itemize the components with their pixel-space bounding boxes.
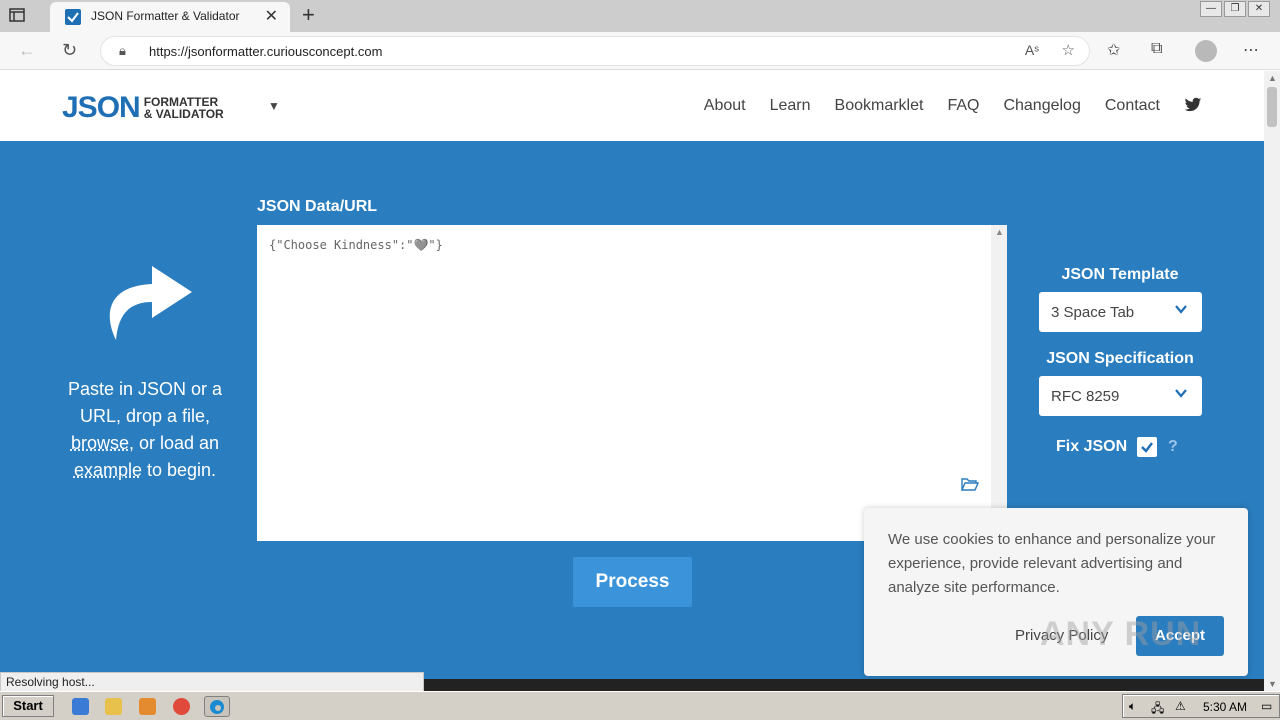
scroll-down-icon[interactable]: ▼ [1268, 679, 1277, 689]
editor-scrollbar[interactable]: ▲ [991, 225, 1007, 541]
chevron-down-icon [1174, 302, 1188, 319]
page-scrollbar[interactable]: ▲ ▼ [1264, 71, 1280, 691]
example-link[interactable]: example [74, 460, 142, 480]
nav-bookmarklet[interactable]: Bookmarklet [835, 97, 924, 118]
chrome-icon[interactable] [173, 698, 190, 715]
json-spec-label: JSON Specification [1046, 350, 1194, 367]
cookie-text: We use cookies to enhance and personaliz… [888, 531, 1216, 596]
system-tray: 🔈︎ 🖧 ⚠ 5:30 AM ▭ [1122, 694, 1280, 718]
logo-dropdown-icon[interactable]: ▼ [268, 99, 280, 113]
tab-close-icon[interactable]: ✕ [265, 6, 278, 26]
page-viewport: JSON FORMATTER & VALIDATOR ▼ About Learn … [0, 71, 1264, 691]
tab-actions-icon[interactable] [8, 6, 28, 26]
json-editor[interactable]: {"Choose Kindness":"🩶"} ▲ [257, 225, 1007, 541]
site-logo[interactable]: JSON FORMATTER & VALIDATOR [62, 91, 224, 125]
refresh-icon[interactable]: ↻ [62, 40, 77, 61]
ie-icon[interactable] [72, 698, 89, 715]
fix-json-help-icon[interactable]: ? [1168, 438, 1178, 456]
minimize-button[interactable]: — [1200, 1, 1222, 17]
volume-icon[interactable]: 🔈︎ [1129, 699, 1136, 714]
scroll-up-icon[interactable]: ▲ [995, 227, 1004, 237]
nav-learn[interactable]: Learn [770, 97, 811, 118]
json-spec-select[interactable]: RFC 8259 [1039, 376, 1202, 416]
twitter-icon[interactable] [1184, 97, 1202, 118]
intro-part2: , or load an [128, 433, 220, 453]
window-controls: — ❐ ✕ [1200, 1, 1270, 17]
json-template-select[interactable]: 3 Space Tab [1039, 292, 1202, 332]
url-text: https://jsonformatter.curiousconcept.com [149, 44, 382, 59]
editor-content[interactable]: {"Choose Kindness":"🩶"} [269, 238, 443, 252]
scroll-up-icon[interactable]: ▲ [1268, 73, 1277, 83]
logo-subtitle: FORMATTER & VALIDATOR [144, 96, 224, 120]
new-tab-button[interactable]: + [302, 2, 315, 28]
fix-json-checkbox[interactable] [1137, 437, 1157, 457]
browser-tab-bar: JSON Formatter & Validator ✕ + — ❐ ✕ [0, 0, 1280, 32]
anyrun-watermark: ANY RUN [1040, 615, 1202, 653]
chevron-down-icon [1174, 386, 1188, 403]
lock-icon[interactable]: 🔒︎ [119, 43, 126, 59]
json-template-label: JSON Template [1061, 266, 1179, 283]
json-data-label: JSON Data/URL [257, 198, 378, 215]
windows-taskbar: Start 🔈︎ 🖧 ⚠ 5:30 AM ▭ [0, 691, 1280, 720]
curved-arrow-icon [109, 266, 192, 340]
address-toolbar: ← ↻ 🔒︎ https://jsonformatter.curiousconc… [0, 32, 1280, 70]
profile-avatar[interactable] [1195, 40, 1217, 62]
more-menu-icon[interactable]: ⋯ [1243, 40, 1259, 60]
tab-title: JSON Formatter & Validator [91, 9, 240, 23]
close-window-button[interactable]: ✕ [1248, 1, 1270, 17]
nav-changelog[interactable]: Changelog [1003, 97, 1080, 118]
explorer-folder-icon[interactable] [105, 698, 122, 715]
status-bar: Resolving host... [0, 672, 424, 691]
logo-json: JSON [62, 91, 141, 124]
fix-json-label: Fix JSON [1056, 438, 1128, 455]
browse-link[interactable]: browse [71, 433, 129, 453]
add-favorite-icon[interactable]: ☆ [1062, 41, 1075, 59]
show-desktop-icon[interactable]: ▭ [1261, 699, 1272, 713]
tab-json-formatter[interactable]: JSON Formatter & Validator ✕ [50, 2, 290, 32]
intro-part3: to begin. [141, 460, 217, 480]
nav-about[interactable]: About [704, 97, 746, 118]
scroll-thumb[interactable] [1267, 87, 1277, 127]
collections-icon[interactable]: ⧉ [1151, 40, 1162, 58]
intro-part1: Paste in JSON or a URL, drop a file, [67, 379, 223, 426]
edge-taskbar-button[interactable] [204, 696, 230, 717]
start-button[interactable]: Start [2, 695, 54, 717]
security-icon[interactable]: ⚠ [1175, 699, 1186, 713]
nav-faq[interactable]: FAQ [947, 97, 979, 118]
url-bar[interactable]: 🔒︎ https://jsonformatter.curiousconcept.… [100, 36, 1090, 66]
logo-line2: & VALIDATOR [143, 107, 224, 121]
open-file-folder-icon[interactable] [960, 477, 980, 496]
favorites-icon[interactable]: ✩ [1107, 40, 1120, 60]
site-header: JSON FORMATTER & VALIDATOR ▼ About Learn … [0, 71, 1264, 141]
read-aloud-icon[interactable]: Aˢ [1025, 42, 1039, 58]
spec-value: RFC 8259 [1051, 388, 1120, 405]
maximize-button[interactable]: ❐ [1224, 1, 1246, 17]
url-scheme: https:// [149, 44, 189, 59]
intro-text: Paste in JSON or a URL, drop a file, bro… [60, 376, 230, 484]
favicon-check-icon [65, 9, 81, 25]
nav-contact[interactable]: Contact [1105, 97, 1160, 118]
media-player-icon[interactable] [139, 698, 156, 715]
template-value: 3 Space Tab [1051, 304, 1135, 321]
process-button[interactable]: Process [573, 557, 692, 607]
network-icon[interactable]: 🖧 [1151, 699, 1164, 720]
url-host: jsonformatter.curiousconcept.com [188, 44, 383, 59]
site-nav: About Learn Bookmarklet FAQ Changelog Co… [704, 97, 1202, 118]
clock: 5:30 AM [1203, 700, 1248, 714]
back-arrow-icon[interactable]: ← [18, 40, 36, 61]
